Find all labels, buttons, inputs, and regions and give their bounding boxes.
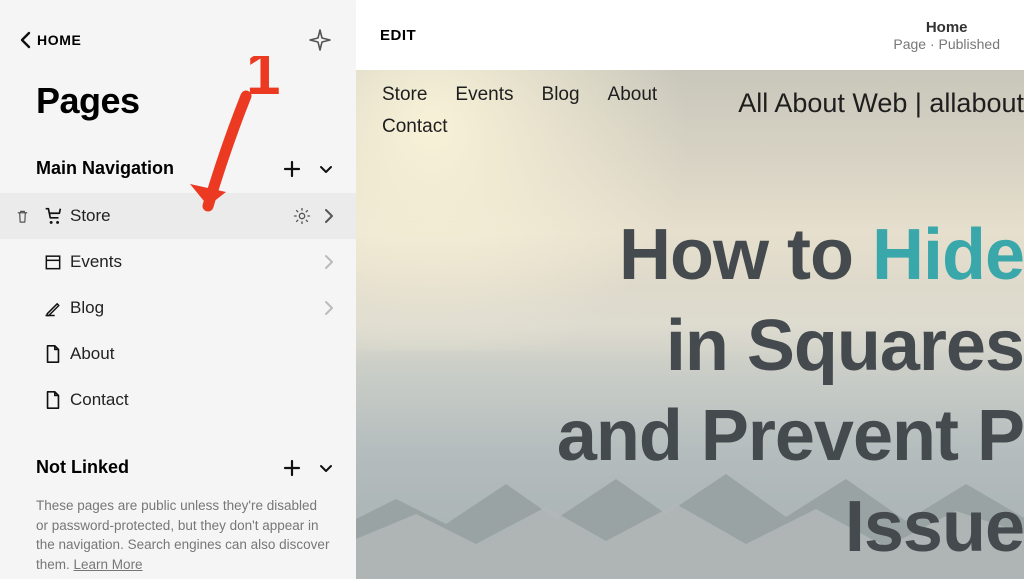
back-label: HOME	[37, 32, 81, 48]
sidebar-item-blog[interactable]: Blog	[0, 285, 356, 331]
preview-topbar: EDIT Home Page · Published	[356, 0, 1024, 70]
sidebar-item-label: Store	[70, 206, 111, 226]
hero-heading: How to Hide in Squares and Prevent P Iss…	[557, 210, 1024, 573]
page-preview: EDIT Home Page · Published Store Events …	[356, 0, 1024, 579]
preview-page-status: Page · Published	[893, 36, 1000, 52]
page-meta: Home Page · Published	[893, 19, 1000, 52]
site-nav-about[interactable]: About	[608, 84, 658, 106]
ai-sparkle-button[interactable]	[308, 28, 332, 52]
chevron-down-icon	[318, 161, 334, 177]
page-icon	[44, 344, 62, 364]
pencil-icon	[43, 298, 63, 318]
back-home-button[interactable]: HOME	[20, 31, 81, 49]
site-nav-events[interactable]: Events	[455, 84, 513, 106]
chevron-right-icon	[324, 254, 334, 270]
sidebar-item-about[interactable]: About	[0, 331, 356, 377]
edit-button[interactable]: EDIT	[380, 27, 416, 44]
add-page-button[interactable]	[282, 159, 302, 179]
main-navigation-label: Main Navigation	[36, 158, 174, 179]
site-nav: Store Events Blog About Contact	[382, 84, 712, 138]
site-nav-store[interactable]: Store	[382, 84, 427, 106]
main-navigation-list: Store Events	[0, 187, 356, 423]
pages-title: Pages	[0, 62, 356, 150]
page-icon	[44, 390, 62, 410]
add-not-linked-page-button[interactable]	[282, 458, 302, 478]
site-nav-contact[interactable]: Contact	[382, 116, 447, 138]
site-nav-blog[interactable]: Blog	[542, 84, 580, 106]
main-navigation-header: Main Navigation	[0, 150, 356, 187]
sidebar-item-store[interactable]: Store	[0, 193, 356, 239]
sparkle-icon	[308, 28, 332, 52]
plus-icon	[282, 159, 302, 179]
page-settings-button[interactable]	[292, 206, 312, 226]
chevron-down-icon	[318, 460, 334, 476]
pages-sidebar: HOME Pages Main Navigation	[0, 0, 356, 579]
collapse-not-linked-button[interactable]	[318, 460, 334, 476]
not-linked-header: Not Linked	[0, 449, 356, 486]
plus-icon	[282, 458, 302, 478]
chevron-right-icon	[324, 300, 334, 316]
not-linked-description: These pages are public unless they're di…	[0, 486, 356, 574]
sidebar-item-events[interactable]: Events	[0, 239, 356, 285]
chevron-left-icon	[20, 31, 31, 49]
sidebar-item-label: About	[70, 344, 114, 364]
chevron-right-icon	[324, 208, 334, 224]
sidebar-item-label: Events	[70, 252, 122, 272]
sidebar-item-label: Contact	[70, 390, 129, 410]
gear-icon	[292, 206, 312, 226]
sidebar-item-contact[interactable]: Contact	[0, 377, 356, 423]
learn-more-link[interactable]: Learn More	[74, 557, 143, 572]
trash-icon[interactable]	[15, 209, 30, 224]
site-title: All About Web | allabout	[738, 88, 1024, 119]
not-linked-label: Not Linked	[36, 457, 129, 478]
preview-page-name: Home	[893, 19, 1000, 36]
collapse-main-nav-button[interactable]	[318, 161, 334, 177]
site-preview-canvas[interactable]: Store Events Blog About Contact All Abou…	[356, 70, 1024, 579]
sidebar-item-label: Blog	[70, 298, 104, 318]
calendar-icon	[43, 252, 63, 272]
cart-icon	[42, 205, 64, 227]
